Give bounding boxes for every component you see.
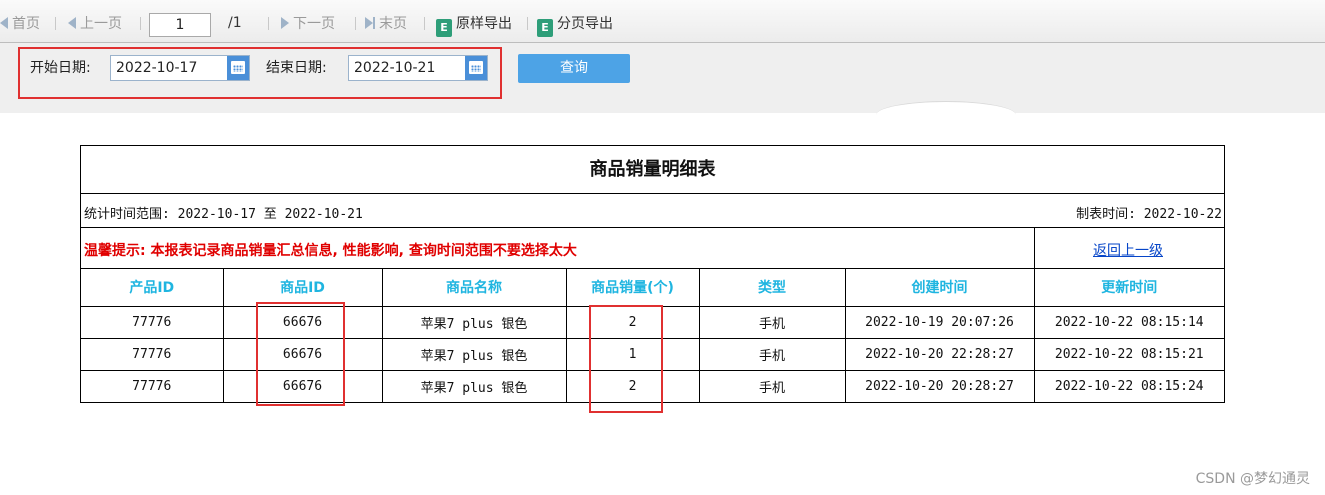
cell: 苹果7 plus 银色 bbox=[381, 306, 566, 339]
cell: 2 bbox=[565, 370, 699, 402]
watermark: CSDN @梦幻通灵 bbox=[1195, 471, 1310, 487]
calendar-icon[interactable] bbox=[465, 56, 487, 80]
col-header: 商品ID bbox=[222, 269, 382, 307]
toolbar-divider bbox=[424, 17, 425, 30]
table-row: 77776 66676 苹果7 plus 银色 2 手机 2022-10-19 … bbox=[81, 306, 1224, 339]
calendar-icon[interactable] bbox=[227, 56, 249, 80]
cell: 66676 bbox=[222, 370, 382, 402]
end-date-label: 结束日期: bbox=[266, 60, 327, 76]
toolbar-divider bbox=[355, 17, 356, 30]
report-viewer: 首页 上一页 /1 下一页 末页 E原样导出 E分页导出 开始日期: 2022-… bbox=[0, 0, 1325, 495]
notice-divider bbox=[1034, 228, 1035, 268]
cell: 2 bbox=[565, 306, 699, 339]
prev-page-icon bbox=[68, 17, 76, 29]
cell: 2022-10-22 08:15:24 bbox=[1033, 370, 1224, 402]
report-title: 商品销量明细表 bbox=[81, 146, 1224, 194]
cell: 1 bbox=[565, 338, 699, 371]
first-page-icon bbox=[0, 17, 8, 29]
cell: 77776 bbox=[81, 306, 223, 339]
start-date-value: 2022-10-17 bbox=[116, 60, 198, 76]
cell: 66676 bbox=[222, 338, 382, 371]
cell: 2022-10-22 08:15:14 bbox=[1033, 306, 1224, 339]
export-paged-label: 分页导出 bbox=[557, 16, 613, 32]
range-text: 统计时间范围: 2022-10-17 至 2022-10-21 bbox=[84, 207, 363, 222]
pager-toolbar: 首页 上一页 /1 下一页 末页 E原样导出 E分页导出 bbox=[0, 0, 1325, 43]
cell: 手机 bbox=[698, 370, 845, 402]
next-page-label: 下一页 bbox=[293, 16, 335, 32]
cell: 手机 bbox=[698, 306, 845, 339]
toolbar-divider bbox=[140, 17, 141, 30]
next-page-button[interactable]: 下一页 bbox=[281, 14, 335, 34]
excel-icon: E bbox=[436, 19, 452, 37]
cell: 77776 bbox=[81, 338, 223, 371]
export-original-button[interactable]: E 原样导出 bbox=[436, 14, 512, 37]
cell: 2022-10-19 20:07:26 bbox=[844, 306, 1034, 339]
next-page-icon bbox=[281, 17, 289, 29]
page-number-input[interactable] bbox=[149, 13, 211, 37]
notice-row: 温馨提示: 本报表记录商品销量汇总信息, 性能影响, 查询时间范围不要选择太大 … bbox=[81, 228, 1224, 269]
cell: 77776 bbox=[132, 378, 172, 394]
export-paged-button[interactable]: E 分页导出 bbox=[537, 14, 613, 37]
col-header: 创建时间 bbox=[844, 269, 1034, 307]
col-header: 类型 bbox=[698, 269, 845, 307]
made-time-text: 制表时间: 2022-10-22 bbox=[1076, 207, 1222, 222]
cell: 66676 bbox=[222, 306, 382, 339]
data-grid: 产品ID 商品ID 商品名称 商品销量(个) 类型 创建时间 更新时间 7777… bbox=[81, 269, 1224, 402]
toolbar-divider bbox=[527, 17, 528, 30]
excel-icon: E bbox=[537, 19, 553, 37]
start-date-label: 开始日期: bbox=[30, 60, 91, 76]
end-date-value: 2022-10-21 bbox=[354, 60, 436, 76]
notice-text: 温馨提示: 本报表记录商品销量汇总信息, 性能影响, 查询时间范围不要选择太大 bbox=[84, 243, 577, 259]
page-total: /1 bbox=[228, 15, 242, 31]
last-page-bar bbox=[373, 17, 375, 29]
toolbar-divider bbox=[268, 17, 269, 30]
export-original-label: 原样导出 bbox=[456, 16, 512, 32]
table-row: 77776 66676 苹果7 plus 银色 1 手机 2022-10-20 … bbox=[81, 338, 1224, 371]
cell: 手机 bbox=[698, 338, 845, 371]
last-page-label: 末页 bbox=[379, 16, 407, 32]
prev-page-label: 上一页 bbox=[80, 16, 122, 32]
query-button[interactable]: 查询 bbox=[518, 54, 630, 83]
table-row: 77776 66676 苹果7 plus 银色 2 手机 2022-10-20 … bbox=[81, 370, 1224, 402]
header-row: 产品ID 商品ID 商品名称 商品销量(个) 类型 创建时间 更新时间 bbox=[81, 269, 1224, 307]
last-page-icon bbox=[365, 17, 373, 29]
first-page-label: 首页 bbox=[12, 16, 40, 32]
toolbar-divider bbox=[55, 17, 56, 30]
start-date-field[interactable]: 2022-10-17 bbox=[110, 55, 250, 81]
cell: 苹果7 plus 银色 bbox=[381, 370, 566, 402]
query-panel: 开始日期: 2022-10-17 结束日期: 2022-10-21 查询 bbox=[0, 43, 1325, 115]
cell: 2022-10-22 08:15:21 bbox=[1033, 338, 1224, 371]
col-header: 商品销量(个) bbox=[565, 269, 699, 307]
col-header: 产品ID bbox=[81, 269, 223, 307]
last-page-button[interactable]: 末页 bbox=[365, 14, 407, 34]
cell: 2022-10-20 22:28:27 bbox=[844, 338, 1034, 371]
report-info-row: 统计时间范围: 2022-10-17 至 2022-10-21 制表时间: 20… bbox=[81, 194, 1224, 228]
first-page-button[interactable]: 首页 bbox=[0, 14, 40, 34]
back-link[interactable]: 返回上一级 bbox=[1093, 240, 1163, 260]
end-date-field[interactable]: 2022-10-21 bbox=[348, 55, 488, 81]
collapse-tab[interactable] bbox=[876, 101, 1016, 115]
cell: 2022-10-20 20:28:27 bbox=[844, 370, 1034, 402]
col-header: 商品名称 bbox=[381, 269, 566, 307]
prev-page-button[interactable]: 上一页 bbox=[68, 14, 122, 34]
cell: 苹果7 plus 银色 bbox=[381, 338, 566, 371]
report-table: 商品销量明细表 统计时间范围: 2022-10-17 至 2022-10-21 … bbox=[80, 145, 1225, 403]
col-header: 更新时间 bbox=[1033, 269, 1224, 307]
